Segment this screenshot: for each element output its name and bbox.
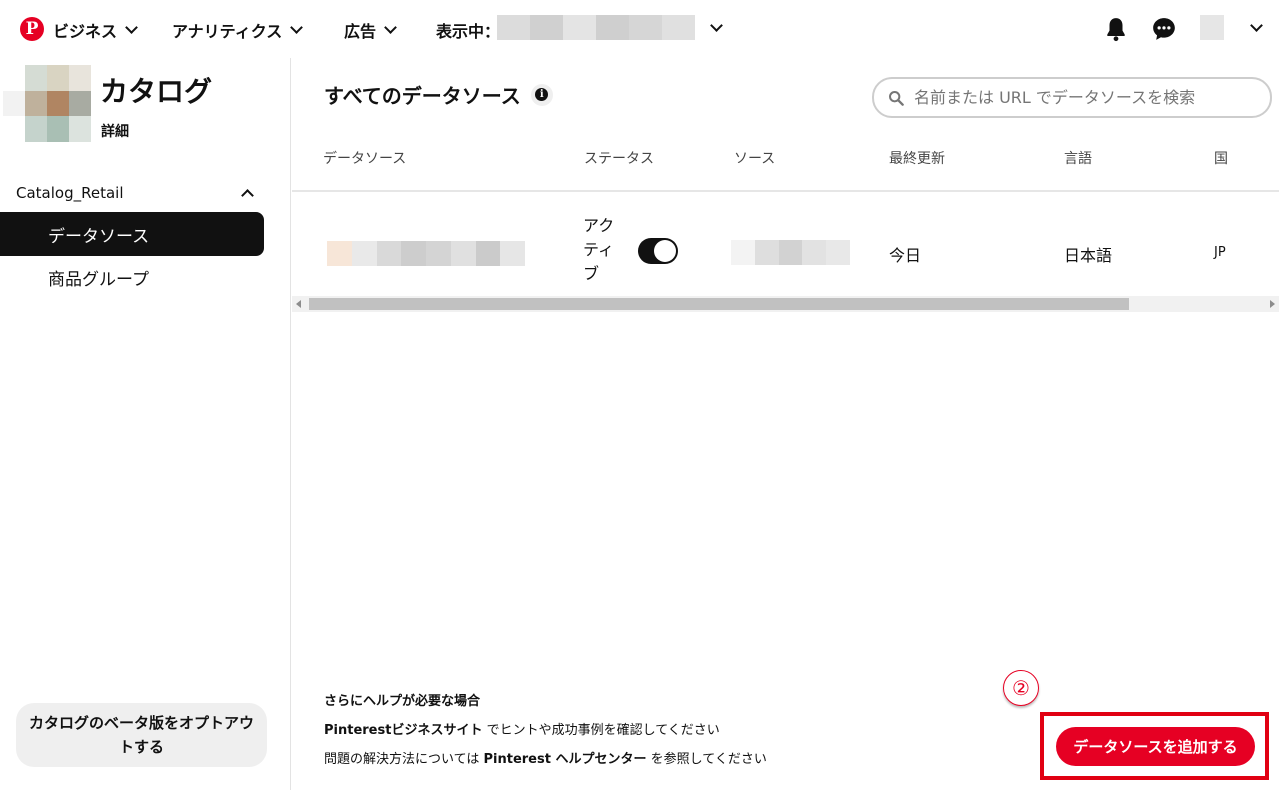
- catalog-thumbnail: [3, 65, 91, 142]
- catalog-section-name: Catalog_Retail: [16, 184, 124, 202]
- chevron-down-icon: [125, 21, 138, 34]
- opt-out-beta-button[interactable]: カタログのベータ版をオプトアウトする: [16, 703, 267, 767]
- add-data-source-button[interactable]: データソースを追加する: [1056, 727, 1255, 766]
- horizontal-scrollbar[interactable]: [292, 296, 1279, 312]
- business-site-link[interactable]: Pinterestビジネスサイト: [324, 723, 482, 738]
- sidebar-item-label: データソース: [48, 226, 150, 247]
- account-chevron-down-icon[interactable]: [710, 19, 723, 32]
- analytics-menu-label: アナリティクス: [172, 22, 283, 41]
- profile-avatar[interactable]: [1200, 15, 1224, 40]
- bell-icon[interactable]: [1103, 16, 1129, 42]
- info-icon[interactable]: i: [530, 83, 553, 106]
- viewing-account-label: 表示中：: [436, 18, 500, 42]
- last-updated-cell: 今日: [889, 246, 922, 265]
- catalog-title: カタログ: [100, 75, 213, 108]
- source-url-redacted: [731, 240, 850, 265]
- column-header-data-source[interactable]: データソース: [323, 148, 406, 168]
- scroll-right-icon[interactable]: [1270, 300, 1275, 308]
- analytics-menu[interactable]: アナリティクス: [172, 18, 304, 42]
- column-header-source[interactable]: ソース: [734, 148, 775, 168]
- viewing-label-text: 表示中：: [436, 22, 501, 41]
- help-line-text: でヒントや成功事例を確認してください: [482, 723, 720, 738]
- help-line-business: Pinterestビジネスサイト でヒントや成功事例を確認してください: [324, 719, 720, 738]
- sidebar-item-label: 商品グループ: [48, 269, 149, 290]
- column-header-country[interactable]: 国: [1214, 148, 1228, 168]
- scroll-left-icon[interactable]: [296, 300, 301, 308]
- profile-chevron-down-icon[interactable]: [1250, 19, 1263, 32]
- chevron-down-icon: [290, 21, 304, 34]
- step-annotation-badge: ②: [1003, 670, 1039, 706]
- table-header-divider: [292, 190, 1279, 192]
- column-header-last-updated[interactable]: 最終更新: [889, 148, 945, 168]
- country-cell: JP: [1214, 245, 1226, 260]
- column-header-language[interactable]: 言語: [1064, 148, 1092, 168]
- messages-icon[interactable]: [1151, 16, 1177, 42]
- help-heading: さらにヘルプが必要な場合: [324, 694, 481, 709]
- search-icon: [889, 90, 904, 106]
- sidebar-item-data-sources[interactable]: データソース: [0, 212, 264, 256]
- account-name-redacted[interactable]: [497, 15, 695, 40]
- status-text: アクティブ: [583, 216, 615, 283]
- help-center-link[interactable]: Pinterest ヘルプセンター: [483, 752, 646, 767]
- top-nav: P ビジネス アナリティクス 広告 表示中：: [0, 0, 1279, 58]
- sidebar: カタログ 詳細 Catalog_Retail データソース 商品グループ カタロ…: [0, 58, 291, 790]
- ads-menu-label: 広告: [344, 22, 377, 41]
- ads-menu[interactable]: 広告: [344, 18, 397, 42]
- help-line-text: を参照してください: [646, 752, 767, 767]
- search-input[interactable]: [914, 88, 1254, 107]
- help-line-text: 問題の解決方法については: [324, 752, 484, 767]
- sidebar-item-product-groups[interactable]: 商品グループ: [0, 255, 264, 299]
- status-toggle[interactable]: [638, 238, 678, 264]
- language-cell: 日本語: [1064, 246, 1113, 265]
- info-glyph: i: [535, 88, 549, 101]
- chevron-up-icon: [241, 189, 254, 202]
- catalog-details-link[interactable]: 詳細: [101, 121, 129, 141]
- search-box[interactable]: [872, 77, 1272, 118]
- business-menu-label: ビジネス: [53, 22, 118, 41]
- pinterest-logo-icon[interactable]: P: [20, 17, 44, 41]
- help-line-helpcenter: 問題の解決方法については Pinterest ヘルプセンター を参照してください: [324, 748, 767, 767]
- data-source-name-redacted[interactable]: [327, 241, 525, 266]
- chevron-down-icon: [384, 21, 397, 34]
- scrollbar-thumb[interactable]: [309, 298, 1129, 310]
- catalog-section-toggle[interactable]: Catalog_Retail: [16, 182, 254, 204]
- business-menu[interactable]: ビジネス: [53, 18, 138, 42]
- page-title: すべてのデータソース i: [324, 80, 553, 109]
- page-title-text: すべてのデータソース: [324, 84, 521, 108]
- column-header-status[interactable]: ステータス: [584, 148, 654, 168]
